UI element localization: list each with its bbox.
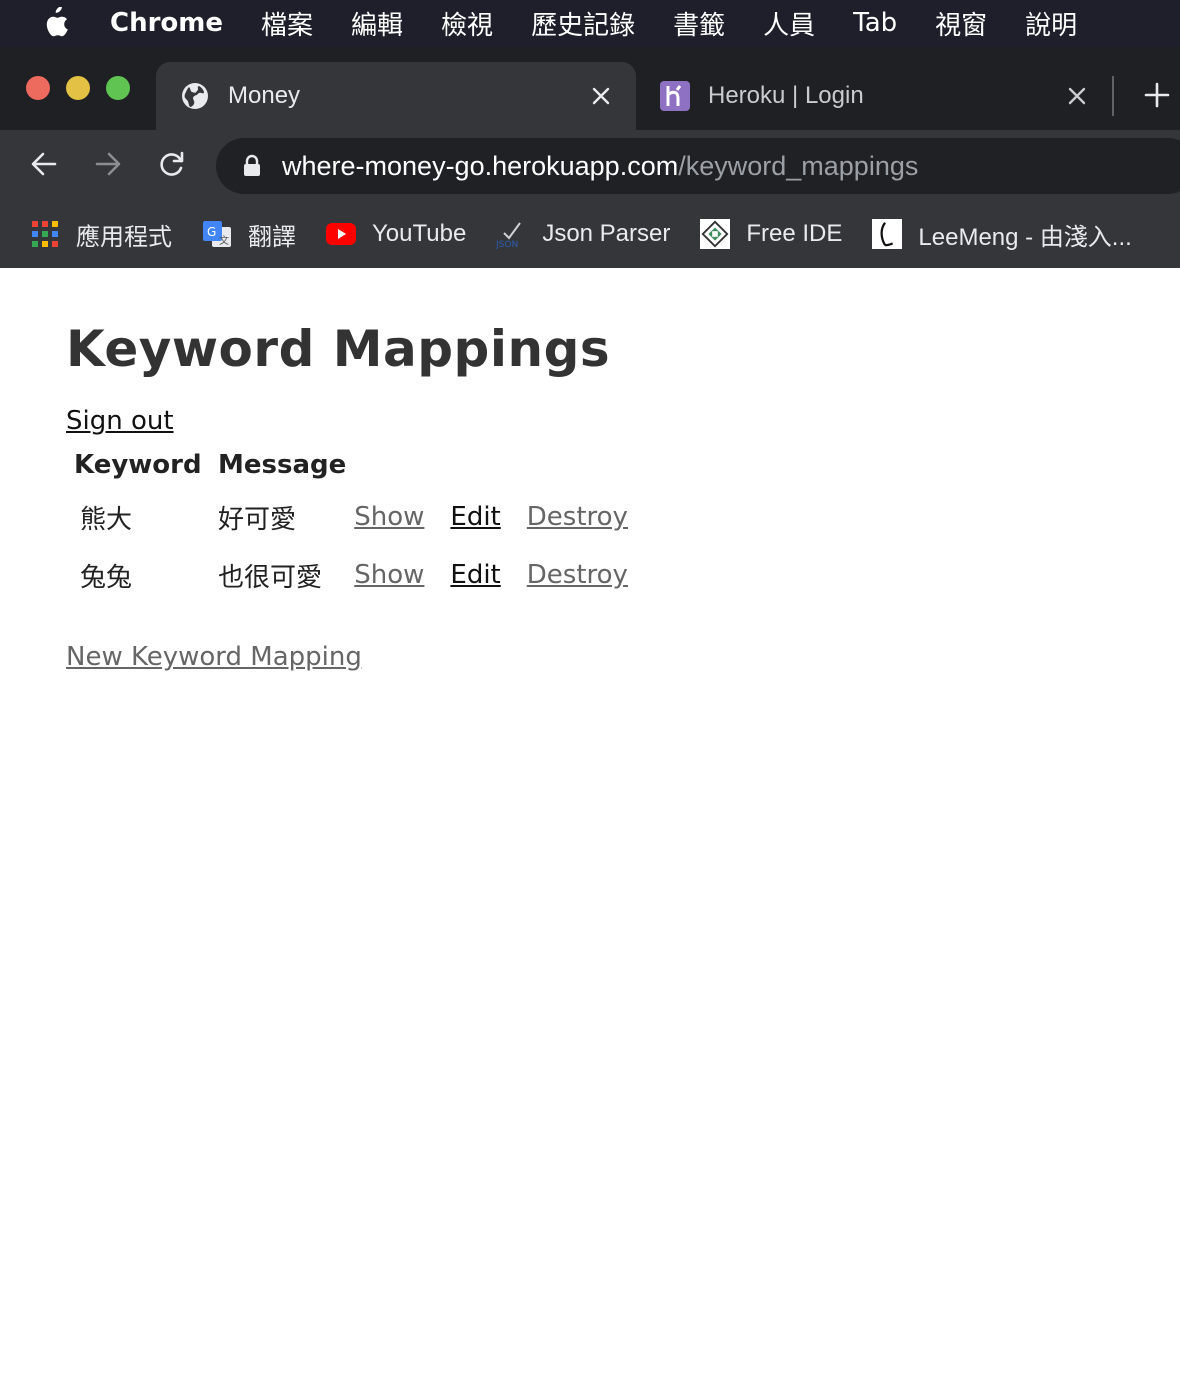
url-path: /keyword_mappings	[678, 150, 919, 181]
svg-text:JSON: JSON	[496, 240, 518, 249]
keyword-cell: 兔兔	[80, 562, 133, 593]
tab-heroku-login[interactable]: Heroku | Login	[636, 62, 1112, 130]
menu-file[interactable]: 檔案	[261, 5, 313, 42]
globe-icon	[180, 81, 210, 111]
column-header-empty	[354, 448, 442, 486]
bookmark-label: YouTube	[372, 220, 467, 247]
bookmark-youtube[interactable]: YouTube	[326, 219, 466, 249]
menu-edit[interactable]: 編輯	[351, 5, 403, 42]
url-text[interactable]: where-money-go.herokuapp.com/keyword_map…	[282, 151, 918, 182]
new-tab-plus-icon[interactable]	[1140, 78, 1174, 112]
destroy-link[interactable]: Destroy	[527, 560, 628, 590]
bookmarks-bar: 應用程式 G 文 翻譯 YouTube JSON Json Parser Fre…	[0, 200, 1180, 268]
column-header-message: Message	[218, 450, 347, 480]
menu-app-name[interactable]: Chrome	[110, 8, 223, 38]
leemeng-icon	[872, 219, 903, 249]
tab-title: Heroku | Login	[708, 82, 864, 109]
column-header-empty	[527, 448, 646, 486]
url-host: where-money-go.herokuapp.com	[282, 150, 679, 181]
bookmark-label: LeeMeng - 由淺入...	[918, 223, 1132, 251]
macos-menu-bar: Chrome 檔案 編輯 檢視 歷史記錄 書籤 人員 Tab 視窗 說明	[0, 0, 1180, 46]
json-icon: JSON	[496, 219, 526, 249]
column-header-keyword: Keyword	[74, 450, 202, 480]
page-title: Keyword Mappings	[66, 320, 611, 378]
close-tab-icon[interactable]	[586, 81, 616, 111]
menu-view[interactable]: 檢視	[441, 5, 493, 42]
tab-title: Money	[228, 82, 301, 109]
forward-arrow-icon[interactable]	[88, 144, 128, 184]
back-arrow-icon[interactable]	[24, 144, 64, 184]
show-link[interactable]: Show	[354, 502, 424, 532]
new-keyword-mapping-link[interactable]: New Keyword Mapping	[66, 642, 362, 672]
minimize-window-button[interactable]	[66, 76, 90, 100]
svg-text:G: G	[207, 225, 216, 239]
table-row: 熊大 好可愛 Show Edit Destroy	[74, 490, 646, 544]
table-header-row: Keyword Message	[74, 448, 646, 486]
heroku-icon	[660, 81, 690, 111]
keyword-cell: 熊大	[80, 504, 133, 535]
menu-tab[interactable]: Tab	[853, 8, 897, 38]
destroy-link[interactable]: Destroy	[527, 502, 628, 532]
tab-separator	[1112, 76, 1114, 116]
bookmark-translate[interactable]: G 文 翻譯	[202, 217, 296, 252]
page-content: Keyword Mappings Sign out Keyword Messag…	[0, 268, 1180, 1384]
youtube-icon	[326, 219, 356, 249]
bookmark-leemeng[interactable]: LeeMeng - 由淺入...	[872, 217, 1132, 252]
bookmark-label: 翻譯	[248, 223, 296, 251]
column-header-empty	[450, 448, 518, 486]
svg-text:文: 文	[219, 234, 229, 247]
bookmark-label: Free IDE	[746, 220, 843, 247]
apple-logo-icon[interactable]	[0, 7, 110, 39]
message-cell: 好可愛	[218, 504, 297, 535]
menu-history[interactable]: 歷史記錄	[531, 5, 635, 42]
free-ide-icon	[700, 219, 731, 249]
menu-people[interactable]: 人員	[763, 5, 815, 42]
keyword-mappings-table: Keyword Message 熊大 好可愛 Show Edit Destroy…	[66, 444, 654, 606]
menu-window[interactable]: 視窗	[935, 5, 987, 42]
zoom-window-button[interactable]	[106, 76, 130, 100]
tab-strip: Money Heroku | Login	[0, 46, 1180, 130]
bookmark-json-parser[interactable]: JSON Json Parser	[496, 219, 670, 249]
browser-toolbar: where-money-go.herokuapp.com/keyword_map…	[0, 130, 1180, 200]
edit-link[interactable]: Edit	[450, 560, 500, 590]
tab-money[interactable]: Money	[156, 62, 636, 130]
menu-help[interactable]: 說明	[1025, 5, 1077, 42]
close-window-button[interactable]	[26, 76, 50, 100]
bookmark-label: Json Parser	[542, 220, 671, 247]
show-link[interactable]: Show	[354, 560, 424, 590]
bookmark-label: 應用程式	[76, 223, 172, 251]
bookmark-free-ide[interactable]: Free IDE	[700, 219, 842, 249]
reload-icon[interactable]	[152, 144, 192, 184]
lock-icon[interactable]	[242, 154, 262, 178]
menu-bookmarks[interactable]: 書籤	[673, 5, 725, 42]
edit-link[interactable]: Edit	[450, 502, 500, 532]
address-bar[interactable]: where-money-go.herokuapp.com/keyword_map…	[216, 138, 1180, 194]
bookmark-apps[interactable]: 應用程式	[30, 217, 172, 252]
message-cell: 也很可愛	[218, 562, 323, 593]
google-translate-icon: G 文	[202, 219, 232, 249]
close-tab-icon[interactable]	[1062, 81, 1092, 111]
apps-grid-icon	[30, 219, 60, 249]
table-row: 兔兔 也很可愛 Show Edit Destroy	[74, 548, 646, 602]
sign-out-link[interactable]: Sign out	[66, 406, 174, 436]
